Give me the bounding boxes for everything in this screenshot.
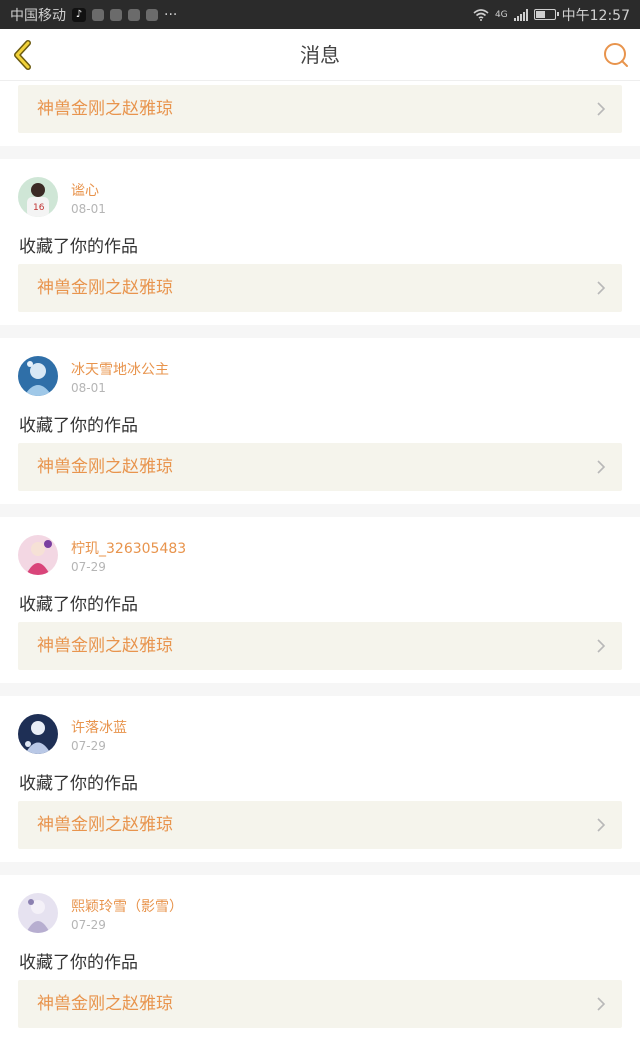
- status-bar: 中国移动 ♪ ··· 4G 中午12:57: [0, 0, 640, 29]
- nav-header: 消息: [0, 29, 640, 81]
- svg-text:16: 16: [33, 203, 45, 213]
- clock: 中午12:57: [561, 7, 630, 24]
- work-title: 神兽金刚之赵雅琼: [37, 278, 173, 298]
- avatar-image: [18, 714, 58, 754]
- carrier-name: 中国移动: [10, 7, 66, 24]
- page-title: 消息: [300, 43, 340, 67]
- message-card: 柠玑_326305483 07-29 收藏了你的作品 神兽金刚之赵雅琼: [0, 517, 640, 683]
- wifi-icon: [473, 8, 489, 21]
- user-name[interactable]: 柠玑_326305483: [71, 538, 186, 558]
- battery-icon: [533, 9, 559, 20]
- chevron-right-icon: [597, 639, 606, 653]
- notification-icon: [128, 8, 140, 21]
- message-action: 收藏了你的作品: [19, 595, 138, 615]
- work-title: 神兽金刚之赵雅琼: [37, 457, 173, 477]
- network-type: 4G: [494, 9, 508, 20]
- message-date: 07-29: [71, 918, 106, 932]
- message-card-partial: 神兽金刚之赵雅琼: [0, 81, 640, 146]
- notification-icon: [92, 8, 104, 21]
- chevron-right-icon: [597, 997, 606, 1011]
- avatar-image: 16: [18, 177, 58, 217]
- user-name[interactable]: 冰天雪地冰公主: [71, 359, 169, 379]
- chevron-right-icon: [597, 102, 606, 116]
- work-link[interactable]: 神兽金刚之赵雅琼: [18, 85, 622, 133]
- chevron-right-icon: [597, 460, 606, 474]
- chevron-right-icon: [597, 281, 606, 295]
- work-link[interactable]: 神兽金刚之赵雅琼: [18, 622, 622, 670]
- work-link[interactable]: 神兽金刚之赵雅琼: [18, 801, 622, 849]
- message-date: 07-29: [71, 560, 106, 574]
- avatar-image: [18, 535, 58, 575]
- message-card: 许落冰蓝 07-29 收藏了你的作品 神兽金刚之赵雅琼: [0, 696, 640, 862]
- message-list: 神兽金刚之赵雅琼 16 谧心 08-01 收藏了你的作品 神兽金刚之赵雅琼 冰天…: [0, 81, 640, 1041]
- chevron-right-icon: [597, 818, 606, 832]
- work-title: 神兽金刚之赵雅琼: [37, 815, 173, 835]
- message-action: 收藏了你的作品: [19, 953, 138, 973]
- work-link[interactable]: 神兽金刚之赵雅琼: [18, 443, 622, 491]
- tiktok-notification-icon: ♪: [72, 7, 86, 22]
- work-link[interactable]: 神兽金刚之赵雅琼: [18, 264, 622, 312]
- message-action: 收藏了你的作品: [19, 416, 138, 436]
- notification-icon: [110, 8, 122, 21]
- user-name[interactable]: 谧心: [71, 180, 99, 200]
- avatar[interactable]: 16: [18, 177, 58, 217]
- work-title: 神兽金刚之赵雅琼: [37, 994, 173, 1014]
- work-title: 神兽金刚之赵雅琼: [37, 99, 173, 119]
- user-name[interactable]: 熙颖玲雪（影雪）: [71, 896, 183, 916]
- search-icon[interactable]: [602, 41, 630, 69]
- message-action: 收藏了你的作品: [19, 237, 138, 257]
- avatar-image: [18, 893, 58, 933]
- message-card: 冰天雪地冰公主 08-01 收藏了你的作品 神兽金刚之赵雅琼: [0, 338, 640, 504]
- message-date: 08-01: [71, 381, 106, 395]
- status-left: 中国移动 ♪ ···: [10, 5, 177, 25]
- message-action: 收藏了你的作品: [19, 774, 138, 794]
- battery-fill: [535, 11, 545, 18]
- user-name[interactable]: 许落冰蓝: [71, 717, 127, 737]
- work-link[interactable]: 神兽金刚之赵雅琼: [18, 980, 622, 1028]
- signal-icon: [513, 8, 528, 21]
- work-title: 神兽金刚之赵雅琼: [37, 636, 173, 656]
- message-date: 08-01: [71, 202, 106, 216]
- avatar[interactable]: [18, 893, 58, 933]
- avatar[interactable]: [18, 535, 58, 575]
- message-card: 熙颖玲雪（影雪） 07-29 收藏了你的作品 神兽金刚之赵雅琼: [0, 875, 640, 1041]
- more-notifications-icon: ···: [164, 6, 178, 23]
- avatar[interactable]: [18, 356, 58, 396]
- avatar[interactable]: [18, 714, 58, 754]
- status-right: 4G 中午12:57: [473, 5, 630, 25]
- message-card: 16 谧心 08-01 收藏了你的作品 神兽金刚之赵雅琼: [0, 159, 640, 325]
- message-date: 07-29: [71, 739, 106, 753]
- notification-icon: [146, 8, 158, 21]
- avatar-image: [18, 356, 58, 396]
